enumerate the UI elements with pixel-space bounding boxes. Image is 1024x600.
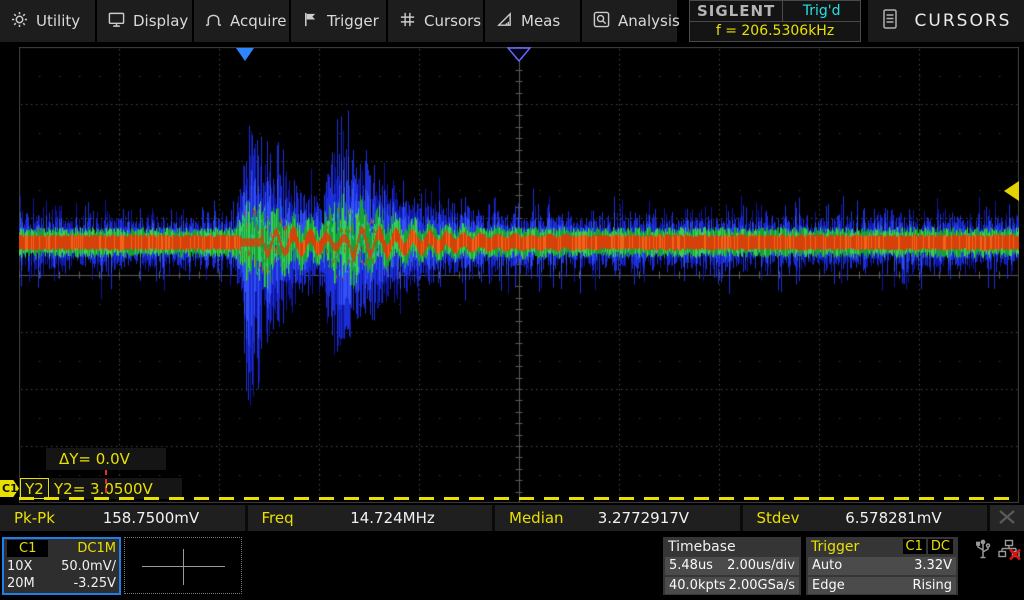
waveform-display-area: ΔY= 0.0V Y2 Y2= 3.0500V C1 [0,42,1024,505]
lan-disconnected-icon [998,539,1021,565]
cursor-pointer-dash [105,470,107,500]
menu-cursors[interactable]: Cursors [388,0,485,42]
trigger-status-block: SIGLENT Trig'd f = 206.5306kHz [689,0,861,42]
measurement-pkpk-label: Pk-Pk [0,509,103,527]
menu-display-label: Display [133,12,188,30]
set-square-icon [496,11,513,32]
menu-analysis[interactable]: Analysis [582,0,679,42]
menu-trigger-label: Trigger [327,12,379,30]
trigger-title: Trigger [811,539,859,555]
timebase-points: 40.0kpts [669,578,726,593]
brand-logo: SIGLENT [690,1,783,21]
cursor-delta-y-readout: ΔY= 0.0V [46,448,166,470]
measurement-freq-label: Freq [248,509,351,527]
measurement-freq[interactable]: Freq 14.724MHz [248,505,493,531]
flag-icon [302,11,319,32]
menu-analysis-label: Analysis [618,12,680,30]
menu-utility-label: Utility [36,12,80,30]
timebase-scale: 2.00us/div [727,558,795,573]
menu-trigger[interactable]: Trigger [291,0,388,42]
measurement-close-button[interactable] [990,505,1024,531]
menu-utility[interactable]: Utility [0,0,97,42]
channel1-name-chip: C1 [7,540,48,557]
timebase-samplerate: 2.00GSa/s [729,578,795,593]
menu-acquire-label: Acquire [230,12,287,30]
top-menu-bar: Utility Display Acquire [0,0,1024,42]
measurement-pkpk[interactable]: Pk-Pk 158.7500mV [0,505,245,531]
timebase-box[interactable]: Timebase 5.48us 2.00us/div 40.0kpts 2.00… [663,537,801,595]
channel1-offset: -3.25V [73,575,116,592]
cursors-dialog-header[interactable]: CURSORS [868,0,1024,42]
channel1-level-marker[interactable]: C1 [0,480,19,497]
measurement-pkpk-value: 158.7500mV [103,509,199,527]
measurement-bar: Pk-Pk 158.7500mV Freq 14.724MHz Median 3… [0,505,1024,531]
oscilloscope-screen: Utility Display Acquire [0,0,1024,600]
bottom-status-bar: C1 DC1M 10X 50.0mV/ 20M -3.25V Timebase … [0,531,1024,600]
channel1-coupling: DC1M [77,540,116,557]
timebase-title: Timebase [668,539,736,555]
measurement-median-value: 3.2772917V [598,509,689,527]
measurement-stdev-label: Stdev [743,509,846,527]
trigger-coupling-chip: DC [928,539,953,554]
trigger-slope: Rising [912,578,952,593]
acquire-arch-icon [205,11,222,32]
trigger-delay-marker[interactable] [236,48,254,61]
usb-icon [974,539,992,565]
cursors-dialog-title: CURSORS [915,11,1012,31]
gear-icon [11,11,28,32]
menu-meas[interactable]: Meas [485,0,582,42]
menu-meas-label: Meas [521,12,560,30]
timebase-delay: 5.48us [669,558,713,573]
trigger-status-badge: Trig'd [783,1,860,21]
menu-acquire[interactable]: Acquire [194,0,291,42]
crosshair-grid-icon [399,11,416,32]
trigger-level: 3.32V [914,558,952,573]
close-icon [998,509,1016,528]
y2-cursor-line[interactable] [19,497,1019,500]
menu-cursors-label: Cursors [424,12,481,30]
waveform-canvas[interactable] [19,47,1019,503]
empty-channel-slot[interactable] [124,537,242,594]
measurement-median-label: Median [495,509,598,527]
monitor-icon [108,11,125,32]
channel1-probe: 10X [7,558,32,575]
clipboard-icon [881,8,899,34]
channel1-scale: 50.0mV/ [61,558,116,575]
measurement-stdev-value: 6.578281mV [845,509,941,527]
trigger-position-marker[interactable] [507,47,532,63]
trigger-box[interactable]: Trigger C1 DC Auto 3.32V Edge Rising [806,537,958,595]
measurement-median[interactable]: Median 3.2772917V [495,505,740,531]
channel1-bandwidth: 20M [7,575,35,592]
measurement-freq-value: 14.724MHz [350,509,435,527]
y2-cursor-readout: Y2= 3.0500V [50,478,182,499]
trigger-level-marker[interactable] [1004,181,1019,201]
trigger-mode: Auto [812,558,842,573]
menu-display[interactable]: Display [97,0,194,42]
trigger-frequency-readout: f = 206.5306kHz [690,22,860,42]
y2-cursor-tag[interactable]: Y2 [20,478,49,499]
trigger-type: Edge [812,578,845,593]
trigger-source-chip: C1 [903,539,926,554]
magnifier-box-icon [593,11,610,32]
channel1-descriptor-box[interactable]: C1 DC1M 10X 50.0mV/ 20M -3.25V [2,537,121,595]
measurement-stdev[interactable]: Stdev 6.578281mV [743,505,988,531]
